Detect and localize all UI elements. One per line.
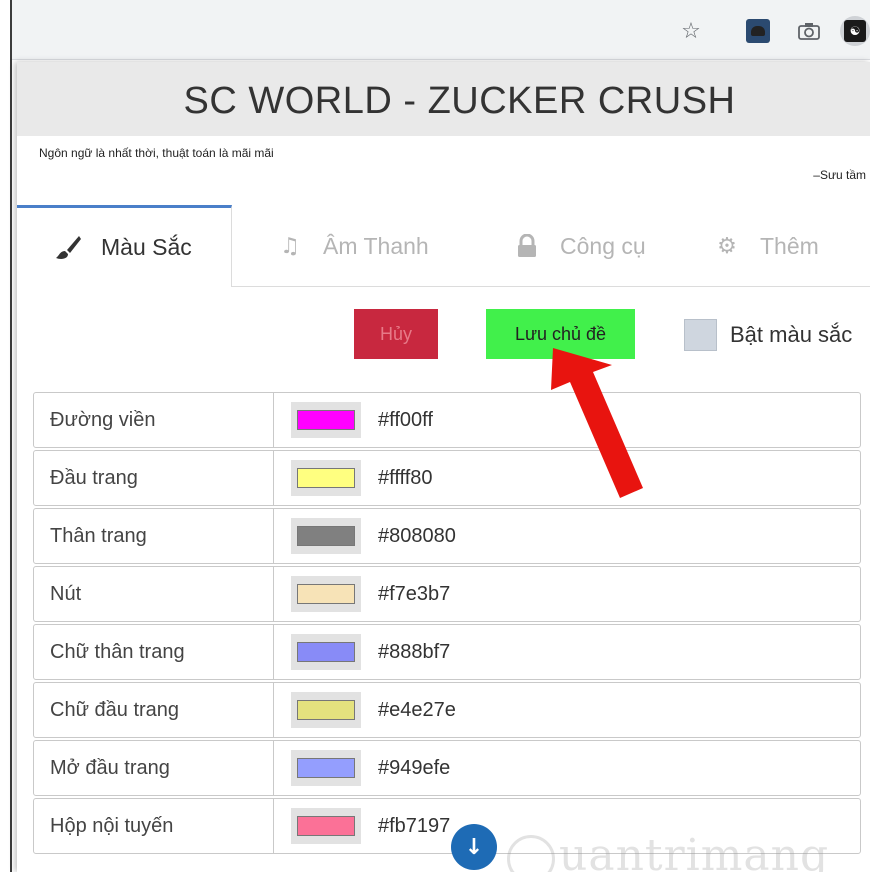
color-swatch[interactable] bbox=[297, 584, 355, 604]
lock-icon bbox=[512, 231, 542, 261]
camera-icon[interactable] bbox=[796, 18, 822, 44]
watermark: uantrimang bbox=[507, 830, 829, 872]
color-picker[interactable] bbox=[291, 692, 361, 728]
extension-popup: SC WORLD - ZUCKER CRUSH Ngôn ngữ là nhất… bbox=[17, 62, 870, 872]
row-divider bbox=[273, 509, 274, 563]
color-hex-value[interactable]: #e4e27e bbox=[378, 683, 456, 737]
color-picker[interactable] bbox=[291, 634, 361, 670]
color-row-label: Thân trang bbox=[50, 525, 147, 547]
color-row-label: Nút bbox=[50, 583, 82, 605]
color-row-label: Đường viền bbox=[50, 409, 156, 431]
row-divider bbox=[273, 625, 274, 679]
tab-audio[interactable]: ♫ Âm Thanh bbox=[275, 205, 429, 287]
color-hex-value[interactable]: #808080 bbox=[378, 509, 456, 563]
color-swatch[interactable] bbox=[297, 468, 355, 488]
color-row: Nút #f7e3b7 bbox=[33, 566, 861, 622]
color-row: Đầu trang #ffff80 bbox=[33, 450, 861, 506]
page-edge bbox=[0, 0, 12, 872]
row-divider bbox=[273, 683, 274, 737]
color-row: Chữ thân trang #888bf7 bbox=[33, 624, 861, 680]
tab-more-label: Thêm bbox=[760, 232, 819, 259]
cancel-button[interactable]: Hủy bbox=[354, 309, 438, 359]
watermark-logo-icon bbox=[507, 834, 555, 872]
color-row-label: Hộp nội tuyến bbox=[50, 815, 174, 837]
music-icon: ♫ bbox=[280, 233, 300, 259]
color-hex-value[interactable]: #ffff80 bbox=[378, 451, 433, 505]
color-picker[interactable] bbox=[291, 576, 361, 612]
enable-colors-toggle[interactable]: Bật màu sắc bbox=[684, 319, 852, 351]
gear-icon: ⚙ bbox=[717, 233, 737, 259]
color-hex-value[interactable]: #f7e3b7 bbox=[378, 567, 450, 621]
enable-colors-label: Bật màu sắc bbox=[730, 322, 853, 347]
color-swatch[interactable] bbox=[297, 642, 355, 662]
color-swatch[interactable] bbox=[297, 700, 355, 720]
color-row-label: Chữ đầu trang bbox=[50, 699, 180, 721]
watermark-text: uantrimang bbox=[559, 830, 830, 872]
color-swatch[interactable] bbox=[297, 758, 355, 778]
row-divider bbox=[273, 741, 274, 795]
color-picker[interactable] bbox=[291, 808, 361, 844]
color-swatch[interactable] bbox=[297, 816, 355, 836]
popup-header: SC WORLD - ZUCKER CRUSH bbox=[17, 62, 870, 136]
color-row-label: Mở đầu trang bbox=[50, 757, 170, 779]
color-hex-value[interactable]: #ff00ff bbox=[378, 393, 433, 447]
color-picker[interactable] bbox=[291, 402, 361, 438]
credit-text: –Sưu tầm bbox=[813, 168, 866, 182]
enable-colors-checkbox[interactable] bbox=[684, 319, 717, 351]
brush-icon bbox=[53, 233, 83, 263]
tab-colors-label: Màu Sắc bbox=[101, 234, 192, 260]
browser-toolbar: ☆ ☯ bbox=[0, 0, 870, 60]
color-picker[interactable] bbox=[291, 518, 361, 554]
row-divider bbox=[273, 567, 274, 621]
color-swatch[interactable] bbox=[297, 526, 355, 546]
color-row: Đường viền #ff00ff bbox=[33, 392, 861, 448]
color-hex-value[interactable]: #888bf7 bbox=[378, 625, 450, 679]
color-picker[interactable] bbox=[291, 750, 361, 786]
color-row: Chữ đầu trang #e4e27e bbox=[33, 682, 861, 738]
slogan-text: Ngôn ngữ là nhất thời, thuật toán là mãi… bbox=[39, 146, 274, 160]
row-divider bbox=[273, 393, 274, 447]
color-row-label: Chữ thân trang bbox=[50, 641, 185, 663]
tab-audio-label: Âm Thanh bbox=[323, 232, 429, 259]
scroll-down-button[interactable]: ↓ bbox=[451, 824, 497, 870]
tab-tools-label: Công cụ bbox=[560, 232, 646, 259]
sc-world-extension-icon[interactable]: ☯ bbox=[840, 16, 870, 46]
spy-extension-icon[interactable] bbox=[745, 18, 771, 44]
bookmark-star-icon[interactable]: ☆ bbox=[678, 18, 704, 44]
row-divider bbox=[273, 799, 274, 853]
color-row-label: Đầu trang bbox=[50, 467, 138, 489]
color-hex-value[interactable]: #fb7197 bbox=[378, 799, 450, 853]
tab-divider bbox=[232, 286, 870, 287]
tab-bar: Màu Sắc ♫ Âm Thanh Công cụ ⚙ Thêm bbox=[17, 205, 870, 287]
tab-tools[interactable]: Công cụ bbox=[512, 205, 646, 287]
page-title: SC WORLD - ZUCKER CRUSH bbox=[183, 80, 736, 122]
color-picker[interactable] bbox=[291, 460, 361, 496]
color-row: Thân trang #808080 bbox=[33, 508, 861, 564]
color-row: Mở đầu trang #949efe bbox=[33, 740, 861, 796]
save-theme-button[interactable]: Lưu chủ đề bbox=[486, 309, 635, 359]
tab-more[interactable]: ⚙ Thêm bbox=[712, 205, 819, 287]
color-settings-list: Đường viền #ff00ff Đầu trang #ffff80 Thân tr… bbox=[33, 392, 861, 856]
row-divider bbox=[273, 451, 274, 505]
tab-colors[interactable]: Màu Sắc bbox=[17, 205, 232, 287]
color-hex-value[interactable]: #949efe bbox=[378, 741, 450, 795]
color-swatch[interactable] bbox=[297, 410, 355, 430]
